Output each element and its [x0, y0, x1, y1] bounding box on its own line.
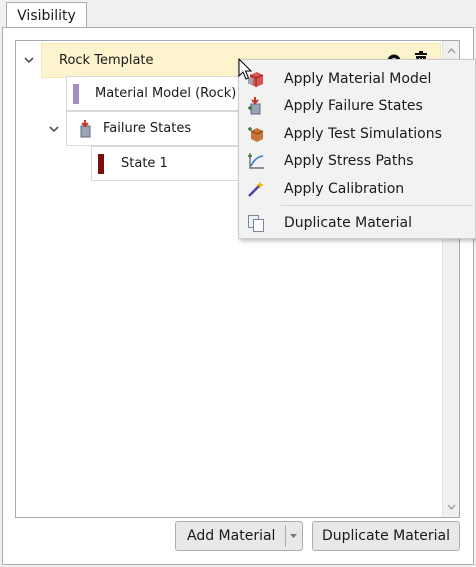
- menu-separator: [281, 205, 473, 206]
- menu-item-label: Apply Calibration: [284, 181, 405, 197]
- tree-node-label: Failure States: [103, 121, 192, 136]
- menu-item-label: Duplicate Material: [284, 215, 413, 231]
- menu-item-apply-failure-states[interactable]: Apply Failure States: [239, 93, 475, 119]
- expand-chevron-icon[interactable]: [47, 122, 61, 136]
- tree-node-label: Rock Template: [59, 53, 154, 68]
- tree-node-failure-states[interactable]: Failure States: [66, 111, 266, 146]
- menu-item-label: Apply Test Simulations: [284, 126, 442, 142]
- menu-item-apply-calibration[interactable]: Apply Calibration: [239, 176, 475, 202]
- tree-node-label: Material Model (Rock): [95, 86, 237, 101]
- scroll-down-arrow-icon[interactable]: [443, 499, 459, 515]
- failure-states-icon: [247, 97, 265, 115]
- duplicate-material-button[interactable]: Duplicate Material: [312, 521, 460, 551]
- menu-item-apply-stress-paths[interactable]: Apply Stress Paths: [239, 148, 475, 174]
- context-menu: Apply Material Model Apply Failure State…: [238, 59, 476, 239]
- menu-item-label: Apply Failure States: [284, 98, 423, 114]
- tree-node-label: State 1: [121, 156, 168, 171]
- menu-item-label: Apply Stress Paths: [284, 153, 414, 169]
- mouse-cursor-icon: [238, 57, 254, 82]
- menu-item-label: Apply Material Model: [284, 71, 432, 87]
- scroll-up-arrow-icon[interactable]: [443, 43, 459, 59]
- menu-item-duplicate-material[interactable]: Duplicate Material: [239, 210, 475, 236]
- split-divider: [285, 525, 286, 547]
- add-material-label: Add Material: [187, 528, 276, 544]
- test-simulations-icon: [247, 125, 265, 143]
- duplicate-icon: [247, 214, 265, 232]
- menu-item-apply-test-simulations[interactable]: Apply Test Simulations: [239, 121, 475, 147]
- add-material-button[interactable]: Add Material: [175, 521, 303, 551]
- state-color-swatch: [98, 153, 104, 174]
- calibration-wand-icon: [247, 180, 265, 198]
- material-color-swatch: [73, 83, 79, 104]
- dropdown-arrow-icon[interactable]: [289, 522, 298, 560]
- expand-chevron-icon[interactable]: [22, 53, 36, 67]
- failure-states-icon: [78, 119, 94, 138]
- tab-visibility[interactable]: Visibility: [6, 2, 87, 28]
- tree-node-material-model[interactable]: Material Model (Rock): [66, 76, 266, 111]
- menu-item-apply-material-model[interactable]: Apply Material Model: [239, 66, 475, 92]
- stress-paths-icon: [247, 152, 265, 170]
